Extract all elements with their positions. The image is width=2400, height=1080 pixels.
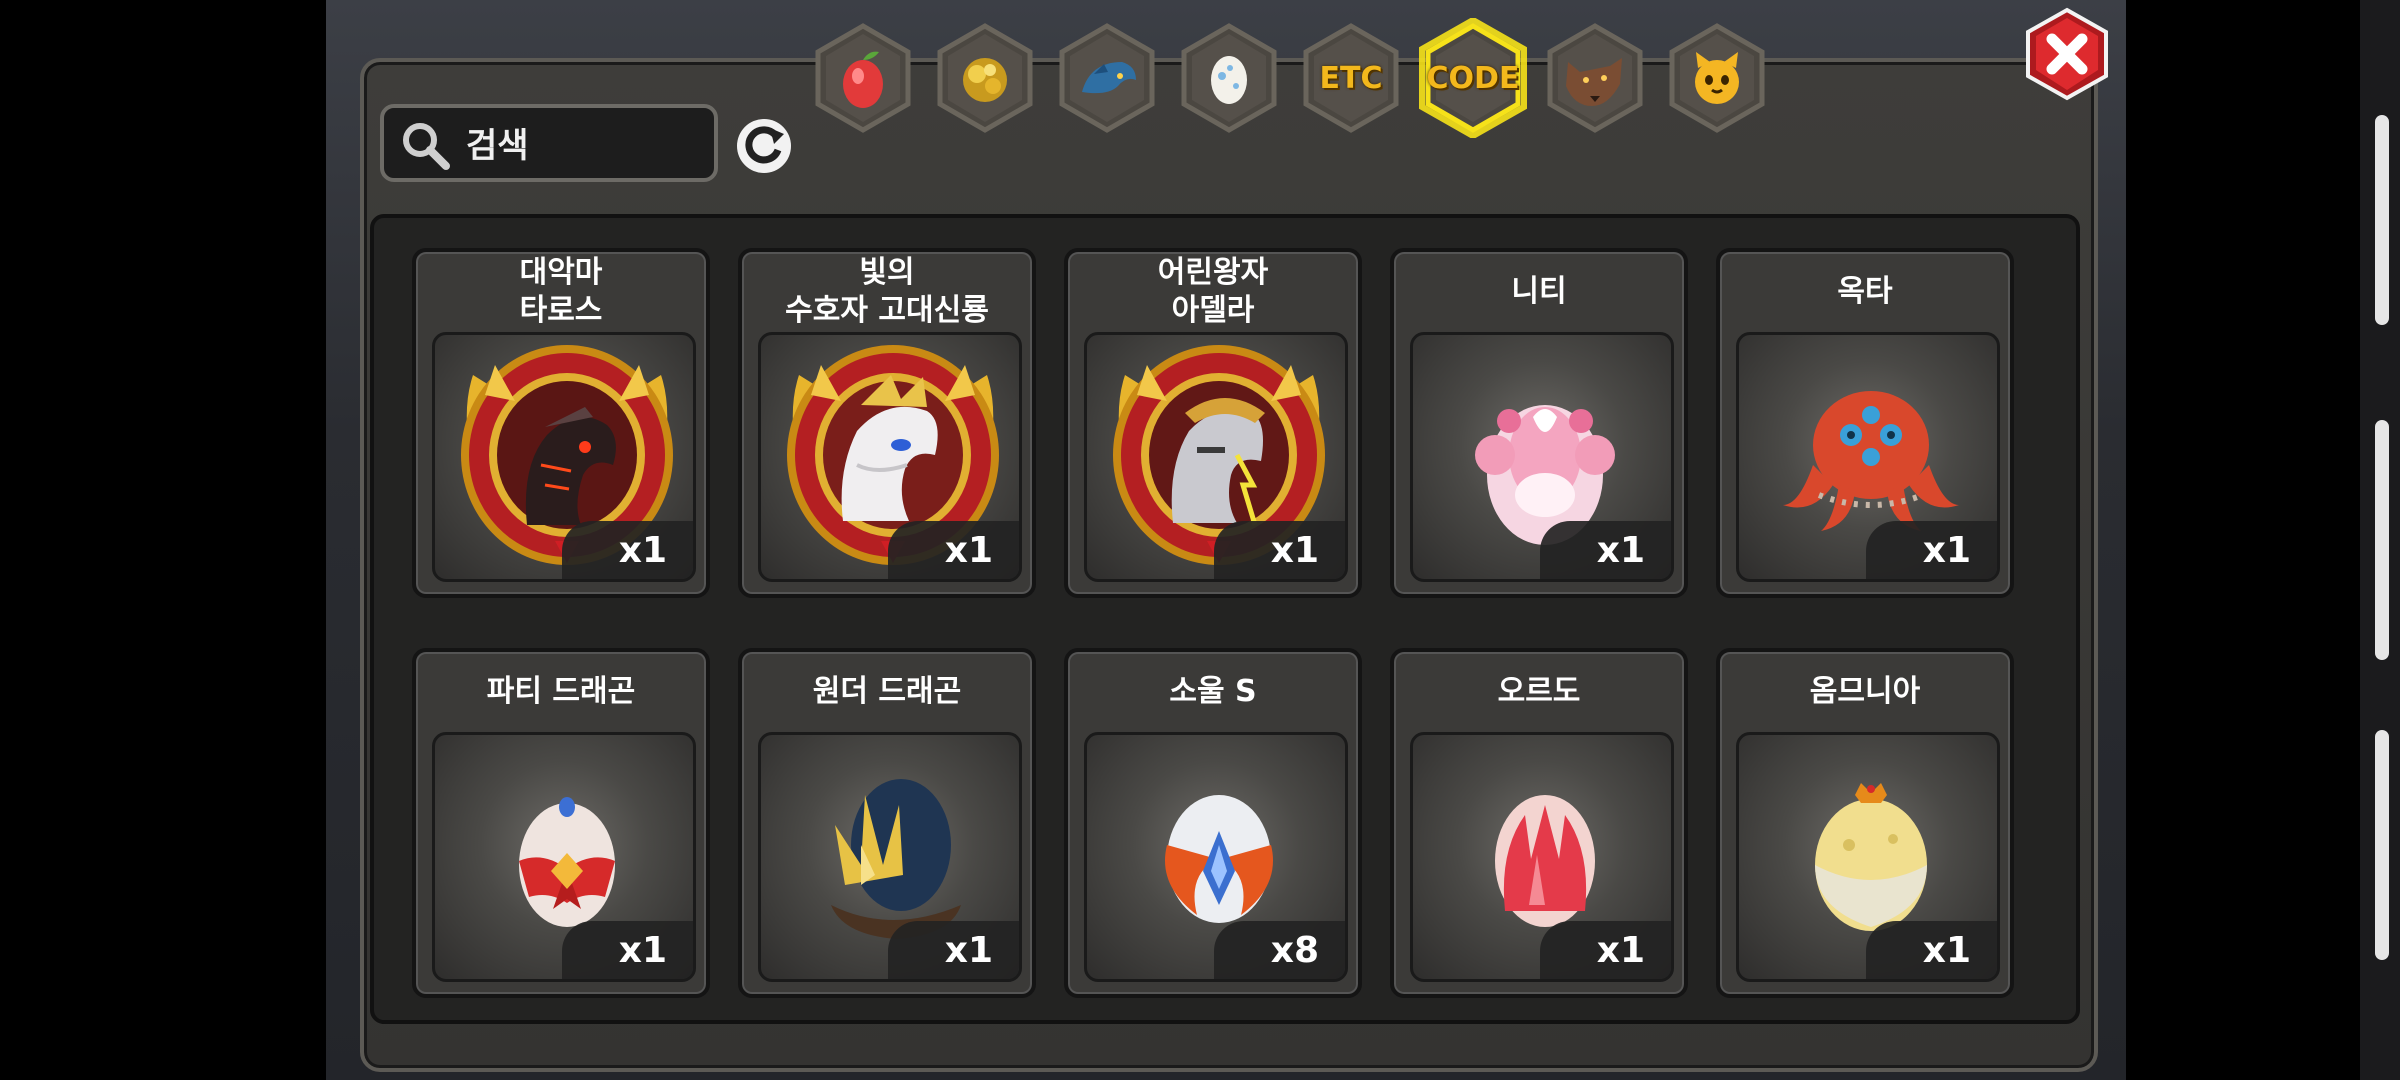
search-input[interactable] bbox=[464, 122, 698, 170]
tab-beast[interactable] bbox=[1540, 18, 1650, 138]
item-slot: x1 bbox=[1736, 732, 2000, 982]
item-slot: x1 bbox=[758, 732, 1022, 982]
item-quantity: x1 bbox=[1540, 921, 1671, 979]
search-box[interactable] bbox=[380, 104, 718, 182]
tab-etc[interactable]: ETC bbox=[1296, 18, 1406, 138]
item-quantity: x1 bbox=[562, 521, 693, 579]
item-card[interactable]: 파티 드래곤 x1 bbox=[412, 648, 710, 998]
item-quantity: x1 bbox=[1214, 521, 1345, 579]
gold-nugget-icon bbox=[963, 58, 1007, 102]
tab-material[interactable] bbox=[930, 18, 1040, 138]
item-quantity: x1 bbox=[1540, 521, 1671, 579]
item-name: 원더 드래곤 bbox=[812, 674, 962, 709]
close-icon[interactable] bbox=[2022, 6, 2112, 102]
item-name: 대악마 타로스 bbox=[519, 255, 603, 328]
item-card[interactable]: 옥타 x1 bbox=[1716, 248, 2014, 598]
tab-label: ETC bbox=[1319, 60, 1383, 96]
item-quantity: x1 bbox=[1866, 921, 1997, 979]
item-slot: x1 bbox=[758, 332, 1022, 582]
tab-dragon[interactable] bbox=[1052, 18, 1162, 138]
item-card[interactable]: 대악마 타로스 x1 bbox=[412, 248, 710, 598]
item-name: 파티 드래곤 bbox=[486, 674, 636, 709]
tab-cat[interactable] bbox=[1662, 18, 1772, 138]
scrollbar-segment[interactable] bbox=[2375, 420, 2389, 660]
item-slot: x1 bbox=[1736, 332, 2000, 582]
item-quantity: x1 bbox=[562, 921, 693, 979]
tab-egg[interactable] bbox=[1174, 18, 1284, 138]
item-quantity: x1 bbox=[888, 521, 1019, 579]
item-quantity: x8 bbox=[1214, 921, 1345, 979]
item-name: 어린왕자 아델라 bbox=[1157, 255, 1269, 328]
refresh-icon[interactable] bbox=[732, 114, 796, 178]
item-card[interactable]: 옴므니아 x1 bbox=[1716, 648, 2014, 998]
search-icon bbox=[403, 123, 450, 170]
item-quantity: x1 bbox=[1866, 521, 1997, 579]
tab-label: CODE bbox=[1426, 60, 1520, 96]
item-card[interactable]: 소울 S x8 bbox=[1064, 648, 1362, 998]
item-card[interactable]: 어린왕자 아델라 x1 bbox=[1064, 248, 1362, 598]
item-slot: x1 bbox=[1084, 332, 1348, 582]
item-slot: x1 bbox=[432, 332, 696, 582]
item-name: 오르도 bbox=[1497, 674, 1581, 709]
item-name: 니티 bbox=[1511, 274, 1567, 309]
item-card[interactable]: 니티 x1 bbox=[1390, 248, 1688, 598]
item-card[interactable]: 빛의 수호자 고대신룡 x1 bbox=[738, 248, 1036, 598]
item-name: 옴므니아 bbox=[1809, 674, 1921, 709]
item-slot: x1 bbox=[1410, 332, 1674, 582]
tab-code[interactable]: CODE bbox=[1418, 18, 1528, 138]
scrollbar-segment[interactable] bbox=[2375, 730, 2389, 960]
item-name: 옥타 bbox=[1837, 274, 1893, 309]
item-name: 빛의 수호자 고대신룡 bbox=[785, 255, 989, 328]
item-name: 소울 S bbox=[1169, 674, 1257, 709]
scrollbar-segment[interactable] bbox=[2375, 115, 2389, 325]
tab-fruit[interactable] bbox=[808, 18, 918, 138]
item-slot: x1 bbox=[432, 732, 696, 982]
item-slot: x1 bbox=[1410, 732, 1674, 982]
item-card[interactable]: 오르도 x1 bbox=[1390, 648, 1688, 998]
egg-icon bbox=[1211, 56, 1247, 104]
item-slot: x8 bbox=[1084, 732, 1348, 982]
item-card[interactable]: 원더 드래곤 x1 bbox=[738, 648, 1036, 998]
item-quantity: x1 bbox=[888, 921, 1019, 979]
